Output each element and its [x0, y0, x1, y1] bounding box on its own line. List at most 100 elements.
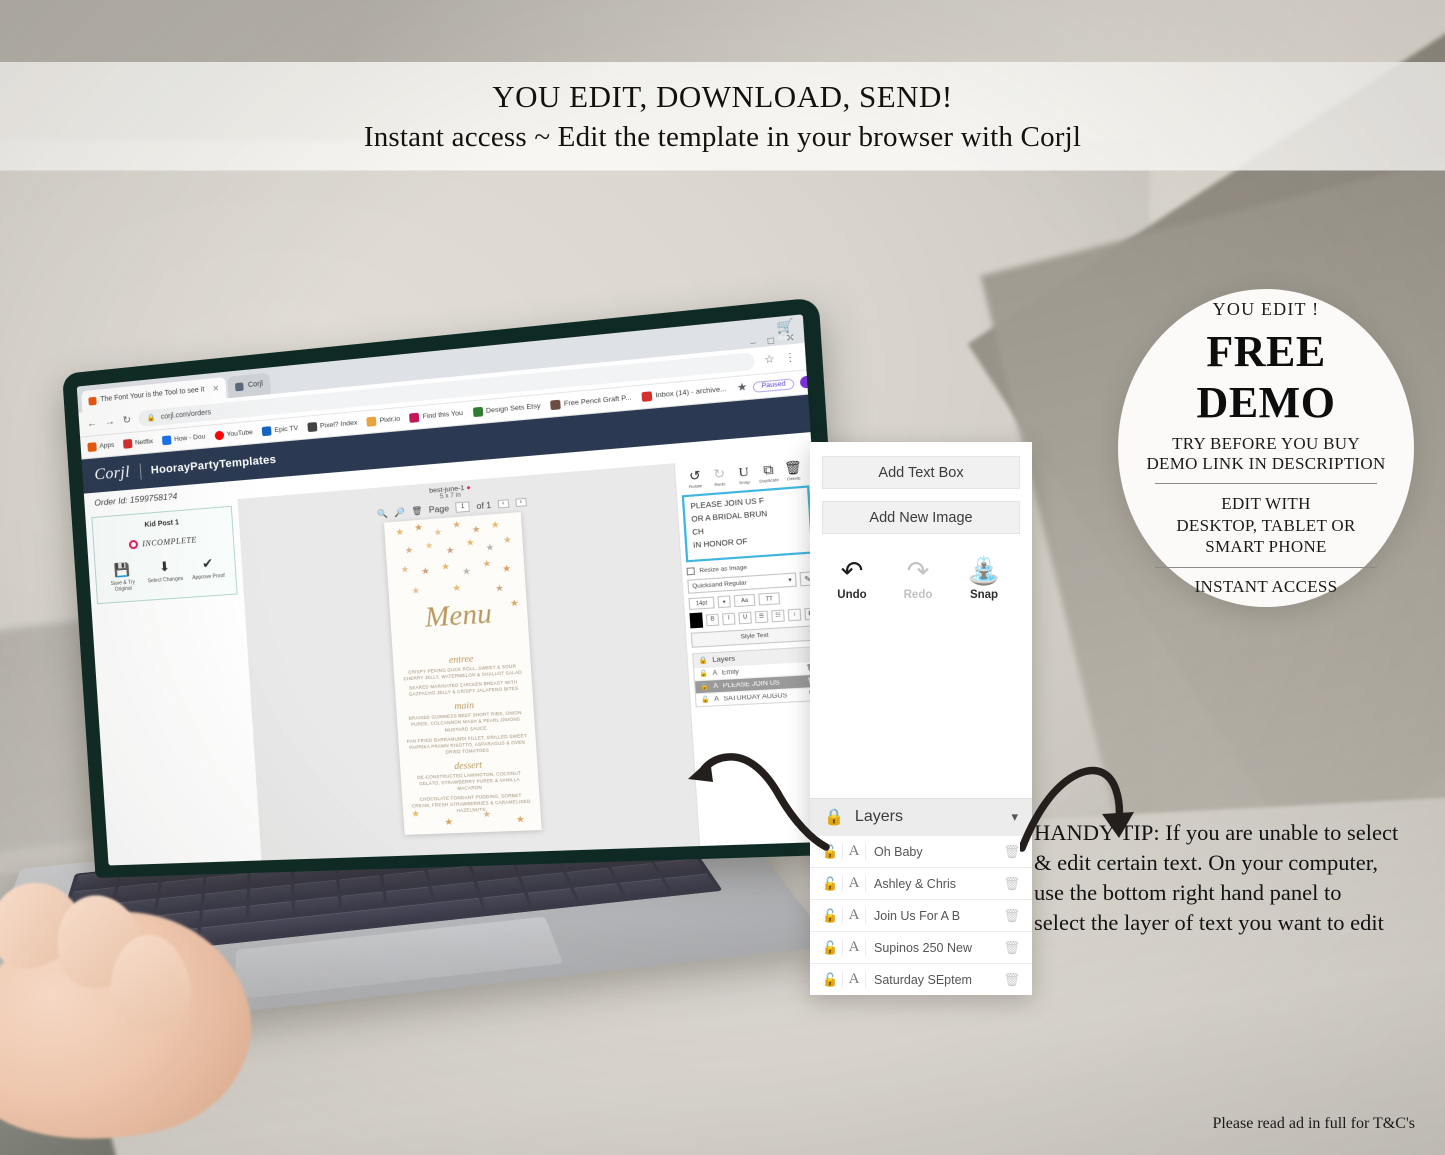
- editor-action-tools: ↶ Undo ↷ Redo ⛲ Snap: [822, 546, 1020, 601]
- layer-list-item[interactable]: 🔓 A Oh Baby 🗑: [810, 835, 1032, 867]
- unlock-icon[interactable]: 🔓: [700, 683, 709, 691]
- unlock-icon[interactable]: 🔓: [822, 972, 842, 988]
- bold-icon[interactable]: B: [705, 613, 720, 626]
- profile-avatar[interactable]: [799, 375, 809, 389]
- font-family-select[interactable]: Quicksand Regular ▾: [687, 572, 797, 594]
- style-text-dropdown[interactable]: Style Text ▾: [690, 625, 820, 648]
- snap-button[interactable]: ⛲ Snap: [964, 558, 1004, 601]
- download-action[interactable]: ⬇ Select Changes: [146, 558, 184, 591]
- layer-list-item[interactable]: 🔓 A Supinos 250 New 🗑: [810, 931, 1032, 963]
- bookmark-item[interactable]: Find this You: [409, 409, 463, 423]
- window-maximize-icon[interactable]: □: [767, 334, 774, 346]
- browser-menu-icon[interactable]: ⋮: [784, 351, 797, 364]
- spacing-icon[interactable]: ↕: [787, 607, 802, 621]
- lock-icon: 🔒: [698, 656, 709, 665]
- font-size-chevron-icon[interactable]: ▾: [717, 595, 731, 609]
- save-action[interactable]: 💾 Save & Try Original: [104, 561, 142, 594]
- bookmark-favicon-icon: [472, 406, 483, 418]
- bookmark-item[interactable]: Pixlr.io: [366, 414, 401, 427]
- layer-list-item[interactable]: 🔓 A Ashley & Chris 🗑: [810, 867, 1032, 899]
- align-icon[interactable]: ☰: [754, 610, 769, 623]
- unlock-icon[interactable]: 🔓: [822, 940, 842, 956]
- trash-icon[interactable]: 🗑: [1003, 908, 1020, 924]
- checkbox-icon: [686, 567, 696, 576]
- bookmark-item[interactable]: Inbox (14) - archive...: [641, 384, 727, 402]
- redo-button[interactable]: ↷ Redo: [898, 558, 938, 601]
- key: [340, 891, 386, 911]
- star-icon: ★: [451, 518, 462, 531]
- unlock-icon[interactable]: 🔓: [822, 908, 842, 924]
- layers-title: Layers: [712, 654, 736, 664]
- next-page-button[interactable]: ›: [515, 497, 527, 508]
- text-case-icon[interactable]: Aa: [733, 593, 756, 608]
- trash-icon[interactable]: 🗑: [1003, 876, 1020, 892]
- star-icon: ★: [411, 585, 421, 597]
- tab-close-icon[interactable]: ✕: [212, 384, 219, 394]
- zoom-out-icon[interactable]: 🔎: [394, 507, 405, 517]
- layers-panel-header[interactable]: 🔒 Layers ▾: [810, 798, 1032, 835]
- nav-back-icon[interactable]: ←: [87, 417, 98, 429]
- page-number-input[interactable]: 1: [455, 501, 471, 513]
- italic-icon[interactable]: I: [721, 612, 736, 625]
- underline-icon[interactable]: U: [738, 611, 752, 624]
- unlock-icon[interactable]: 🔓: [822, 876, 842, 892]
- bookmark-item[interactable]: YouTube: [214, 428, 253, 441]
- menu-design-card[interactable]: ★ ★ ★ ★ ★ ★ ★ ★ ★ ★ ★ ★ ★ ★ ★ ★ ★ ★ ★ ★ …: [383, 512, 542, 835]
- nav-forward-icon[interactable]: →: [104, 416, 115, 428]
- orders-button[interactable]: 🛒 Orders: [776, 317, 795, 341]
- unlock-icon[interactable]: 🔓: [701, 696, 710, 704]
- text-content-editor[interactable]: PLEASE JOIN US F OR A BRIDAL BRUN CH IN …: [681, 485, 814, 563]
- padlock-icon: 🔒: [146, 414, 157, 423]
- zoom-in-icon[interactable]: 🔍: [377, 508, 388, 518]
- star-icon: ★: [420, 565, 431, 577]
- window-minimize-icon[interactable]: –: [750, 336, 756, 347]
- extension-icon[interactable]: ★: [737, 381, 748, 394]
- list-icon[interactable]: ☷: [771, 608, 785, 622]
- add-text-box-button[interactable]: Add Text Box: [822, 456, 1020, 489]
- duplicate-tool[interactable]: ⧉ Duplicate: [756, 462, 782, 484]
- star-icon: ★: [433, 526, 443, 538]
- redo-label: Redo: [903, 589, 933, 601]
- add-new-image-button[interactable]: Add New Image: [822, 501, 1020, 534]
- trash-icon[interactable]: 🗑: [1003, 940, 1020, 956]
- undo-button[interactable]: ↶ Undo: [832, 558, 872, 601]
- hand-on-keyboard: [0, 855, 290, 1155]
- star-icon: ★: [502, 534, 513, 546]
- layer-list-item[interactable]: 🔓 A Join Us For A B 🗑: [810, 899, 1032, 931]
- chevron-down-icon[interactable]: ▾: [1011, 809, 1018, 825]
- trash-icon[interactable]: 🗑: [1003, 844, 1020, 860]
- rotate-tool[interactable]: ↺ Rotate: [682, 468, 708, 490]
- bookmark-item[interactable]: Epic TV: [261, 424, 299, 437]
- bookmark-item[interactable]: Free Pencil Graft P...: [550, 393, 632, 411]
- bookmark-favicon-icon: [214, 430, 224, 441]
- unlock-icon[interactable]: 🔓: [699, 670, 708, 678]
- prev-page-button[interactable]: ‹: [497, 499, 509, 509]
- delete-tool[interactable]: 🗑 Delete: [780, 459, 806, 482]
- bookmark-label: Pixel? Index: [319, 419, 358, 430]
- layer-list-item[interactable]: 🔓 A Saturday SEptem 🗑: [810, 963, 1032, 995]
- bookmark-item[interactable]: Apps: [87, 441, 114, 453]
- nav-reload-icon[interactable]: ↻: [122, 414, 131, 426]
- bookmark-item[interactable]: Netflix: [122, 437, 154, 449]
- trash-icon[interactable]: 🗑: [1003, 972, 1020, 988]
- approve-action[interactable]: ✔ Approve Proof: [189, 554, 228, 588]
- key: [655, 858, 706, 877]
- sync-paused-pill[interactable]: Paused: [752, 377, 795, 393]
- bookmark-label: How - Dou: [173, 433, 206, 444]
- menu-item: CHOCOLATE FONDANT PUDDING, SORBET CREAM,…: [411, 792, 531, 814]
- bookmark-favicon-icon: [261, 426, 272, 437]
- bookmark-item[interactable]: Pixel? Index: [307, 418, 358, 433]
- text-color-swatch[interactable]: [689, 612, 704, 629]
- bookmark-item[interactable]: How - Dou: [161, 432, 206, 446]
- snap-tool[interactable]: U Snap: [731, 464, 757, 486]
- trash-icon[interactable]: 🗑: [411, 506, 423, 516]
- browser-tab-inactive[interactable]: Corjl: [227, 372, 271, 399]
- order-card[interactable]: Kid Post 1 INCOMPLETE 💾 Save & Try Origi…: [91, 505, 238, 604]
- duplicate-label: Duplicate: [759, 476, 780, 484]
- bookmark-star-icon[interactable]: ☆: [764, 353, 775, 366]
- panel-spacer: [822, 601, 1020, 798]
- bookmark-item[interactable]: Design Sets Etsy: [472, 401, 541, 418]
- redo-tool[interactable]: ↻ Redo: [707, 466, 733, 488]
- font-size-input[interactable]: 14pt: [688, 596, 715, 611]
- text-size-toggle-icon[interactable]: TT: [758, 592, 781, 606]
